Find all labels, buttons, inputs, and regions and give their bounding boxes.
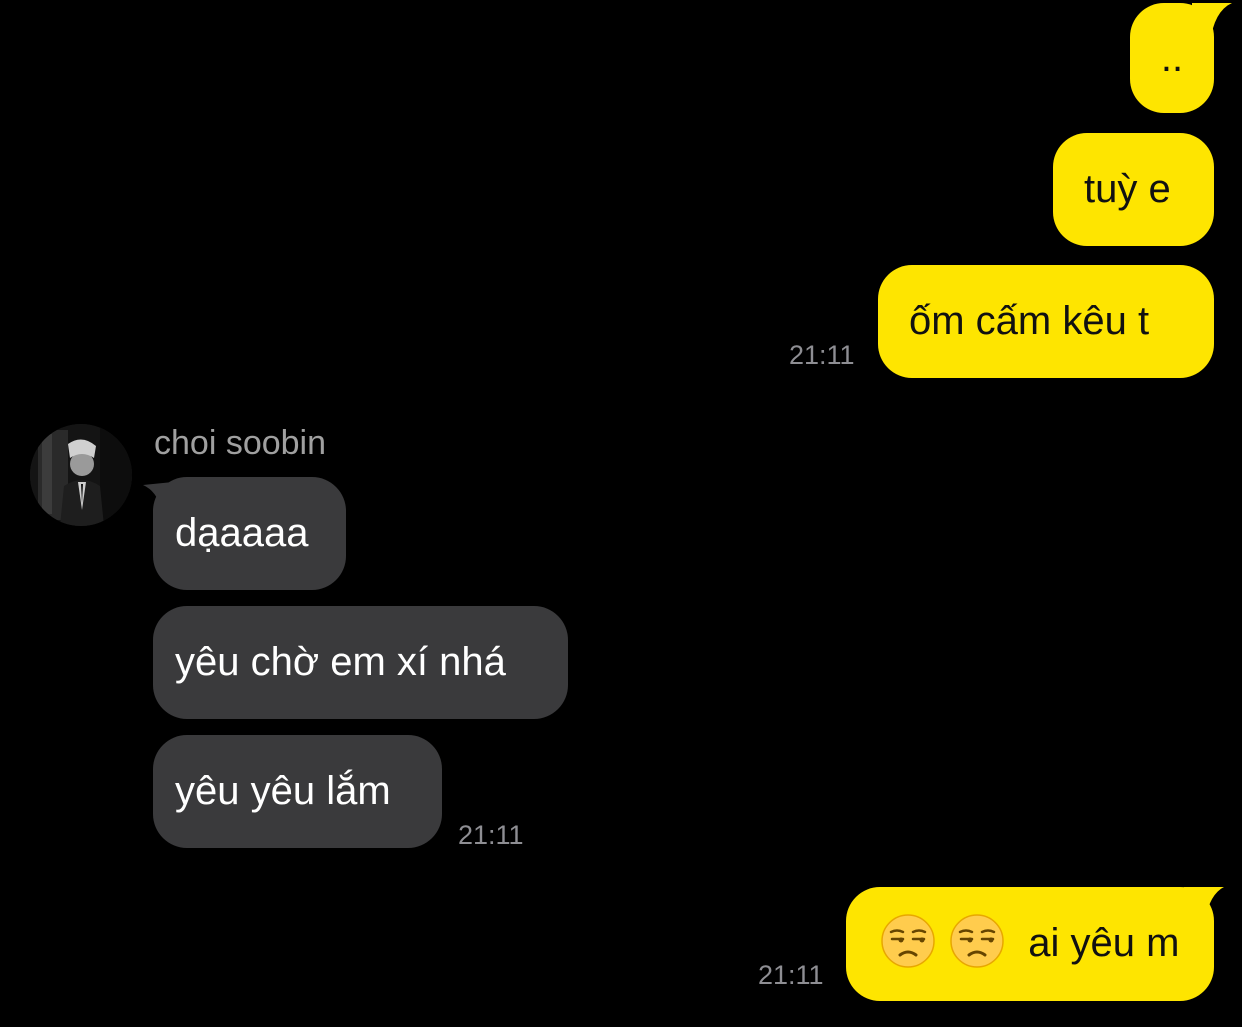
outgoing-message-bubble[interactable]: .. [1130,3,1232,113]
outgoing-message-bubble[interactable]: ai yêu m [846,887,1224,1001]
message-timestamp: 21:11 [758,960,824,990]
message-text: ốm cấm kêu t [909,299,1150,343]
incoming-message-bubble[interactable]: yêu yêu lắm [153,735,442,848]
unamused-face-icon [881,914,935,969]
unamused-face-icon [950,914,1004,969]
incoming-message-bubble[interactable]: yêu chờ em xí nhá [153,606,568,719]
bubble-tail-icon [1192,3,1232,43]
sender-name: choi soobin [154,424,327,462]
message-timestamp: 21:11 [789,340,855,370]
message-text: ai yêu m [1028,921,1180,965]
incoming-message-bubble[interactable]: dạaaaa [143,477,346,590]
outgoing-message-bubble[interactable]: tuỳ e [1053,133,1214,246]
profile-photo-icon [30,424,132,526]
chat-thread: .. tuỳ e ốm cấm kêu t 21:11 choi soobin … [0,0,1242,1027]
message-text: yêu yêu lắm [175,769,391,813]
outgoing-message-bubble[interactable]: ốm cấm kêu t [878,265,1214,378]
message-text: yêu chờ em xí nhá [175,640,506,684]
message-text: tuỳ e [1084,167,1171,211]
message-text: .. [1160,36,1184,80]
sender-avatar[interactable] [30,424,132,526]
message-timestamp: 21:11 [458,820,524,850]
message-text: dạaaaa [175,511,309,555]
bubble-tail-icon [1184,887,1224,927]
